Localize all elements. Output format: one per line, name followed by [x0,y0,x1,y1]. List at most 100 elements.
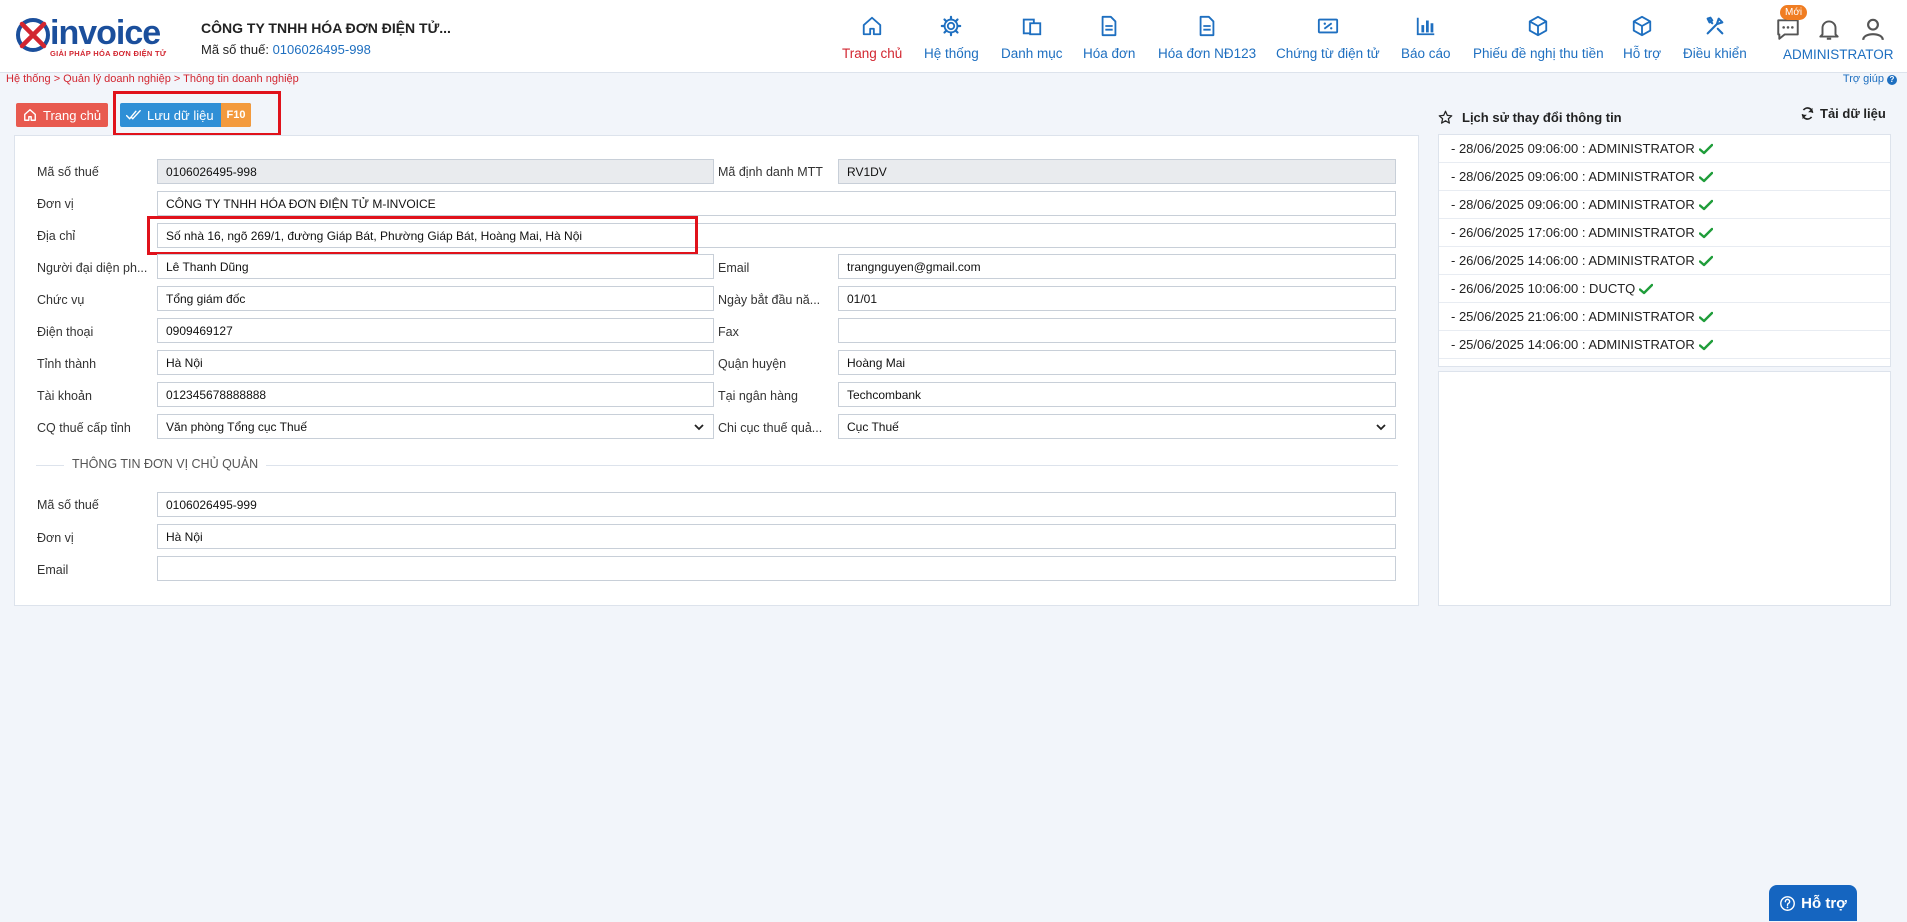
check-icon [1698,339,1713,350]
refresh-icon [1801,107,1814,120]
logo-tagline: GIẢI PHÁP HÓA ĐƠN ĐIỆN TỬ [50,49,167,58]
history-item[interactable]: - 26/06/2025 17:06:00 : ADMINISTRATOR [1439,219,1890,247]
fax-label: Fax [718,325,739,339]
account-field[interactable]: 012345678888888 [157,382,714,407]
parent-unit-section-title: THÔNG TIN ĐƠN VỊ CHỦ QUẢN [64,457,267,471]
nav-item-payment-request[interactable]: Phiếu đề nghị thu tiền [1473,0,1604,72]
tax-code-label: Mã số thuế: [201,42,269,57]
nav-item-system[interactable]: Hệ thống [924,0,979,72]
check-icon [1698,311,1713,322]
document-icon [1199,15,1215,37]
tax-code-label: Mã số thuế [37,165,99,179]
user-name[interactable]: ADMINISTRATOR [1783,47,1894,62]
minvoice-logo[interactable]: invoice GIẢI PHÁP HÓA ĐƠN ĐIỆN TỬ [14,14,184,58]
tax-office-branch-select[interactable]: Cục Thuế [838,414,1396,439]
nav-item-support[interactable]: Hỗ trợ [1623,0,1661,72]
history-item-text: - 28/06/2025 09:06:00 : ADMINISTRATOR [1451,169,1695,184]
nav-label: Hóa đơn NĐ123 [1158,46,1257,61]
check-icon [1639,367,1653,368]
reload-label: Tải dữ liệu [1820,106,1886,121]
support-chat-button[interactable]: Hỗ trợ [1769,885,1857,921]
bank-label: Tại ngân hàng [718,389,798,403]
nav-label: Điều khiển [1683,46,1747,61]
nav-item-catalog[interactable]: Danh mục [1001,0,1063,72]
question-circle-icon: ? [1887,75,1897,85]
home-button-label: Trang chủ [43,107,102,123]
tax-office-province-value: Văn phòng Tổng cục Thuế [166,419,307,434]
position-field[interactable]: Tổng giám đốc [157,286,714,311]
email-field[interactable]: trangnguyen@gmail.com [838,254,1396,279]
history-item-text: - 28/06/2025 09:06:00 : ADMINISTRATOR [1451,141,1695,156]
reload-button[interactable]: Tải dữ liệu [1800,106,1886,121]
star-icon [1438,110,1453,124]
check-icon [1698,227,1713,238]
nav-item-control[interactable]: Điều khiển [1683,0,1747,72]
nav-label: Hệ thống [924,46,979,61]
history-list[interactable]: - 28/06/2025 09:06:00 : ADMINISTRATOR - 2… [1438,134,1891,367]
help-link[interactable]: Trợ giúp ? [1843,73,1897,85]
fax-field[interactable] [838,318,1396,343]
parent-tax-code-field[interactable]: 0106026495-999 [157,492,1396,517]
cube-icon [1632,15,1652,37]
history-item[interactable]: - 25/06/2025 14:06:00 : ADMINISTRATOR [1439,331,1890,359]
nav-item-invoice[interactable]: Hóa đơn [1083,0,1135,72]
nav-item-e-voucher[interactable]: Chứng từ điện tử [1276,0,1380,72]
history-title: Lịch sử thay đổi thông tin [1438,110,1622,125]
check-icon [1698,255,1713,266]
help-link-label: Trợ giúp [1842,73,1884,85]
representative-label: Người đại diện ph... [37,261,148,275]
email-label: Email [718,261,750,275]
address-field[interactable]: Số nhà 16, ngõ 269/1, đường Giáp Bát, Ph… [157,223,1396,248]
account-label: Tài khoản [37,389,92,403]
nav-label: Hóa đơn [1083,46,1136,61]
history-item[interactable]: - 25/06/2025 21:06:00 : ADMINISTRATOR [1439,303,1890,331]
history-item[interactable]: - 28/06/2025 09:06:00 : ADMINISTRATOR [1439,135,1890,163]
unit-field[interactable]: CÔNG TY TNHH HÓA ĐƠN ĐIỆN TỬ M-INVOICE [157,191,1396,216]
tax-code-field[interactable]: 0106026495-998 [157,159,714,184]
parent-unit-field[interactable]: Hà Nội [157,524,1396,549]
home-button[interactable]: Trang chủ [16,103,108,127]
parent-email-field[interactable] [157,556,1396,581]
nav-item-invoice-nd123[interactable]: Hóa đơn NĐ123 [1158,0,1256,72]
tax-office-branch-label: Chi cục thuế quả... [718,421,823,435]
new-badge: Mới [1780,5,1808,20]
tax-office-province-label: CQ thuế cấp tỉnh [37,421,131,435]
history-item[interactable]: - 28/06/2025 09:06:00 : ADMINISTRATOR [1439,163,1890,191]
check-icon [1698,171,1713,182]
position-label: Chức vụ [37,293,85,307]
history-item[interactable]: - 24/06/2025 10:06:00 : DUCTQ [1439,359,1890,368]
mtt-id-field[interactable]: RV1DV [838,159,1396,184]
bar-chart-icon [1416,17,1435,36]
check-icon [1698,143,1713,154]
history-item[interactable]: - 26/06/2025 14:06:00 : ADMINISTRATOR [1439,247,1890,275]
history-title-label: Lịch sử thay đổi thông tin [1462,110,1622,125]
home-icon [862,16,882,36]
tax-office-province-select[interactable]: Văn phòng Tổng cục Thuế [157,414,714,439]
document-icon [1101,15,1117,37]
nav-item-report[interactable]: Báo cáo [1401,0,1451,72]
bank-field[interactable]: Techcombank [838,382,1396,407]
bell-icon[interactable] [1816,16,1842,42]
address-label: Địa chỉ [37,229,76,243]
history-item[interactable]: - 26/06/2025 10:06:00 : DUCTQ [1439,275,1890,303]
nav-label: Chứng từ điện tử [1276,46,1380,61]
help-circle-icon [1780,895,1796,911]
parent-unit-label: Đơn vị [37,531,74,545]
history-item[interactable]: - 28/06/2025 09:06:00 : ADMINISTRATOR [1439,191,1890,219]
district-label: Quận huyện [718,357,787,371]
province-field[interactable]: Hà Nội [157,350,714,375]
representative-field[interactable]: Lê Thanh Dũng [157,254,714,279]
district-field[interactable]: Hoàng Mai [838,350,1396,375]
phone-field[interactable]: 0909469127 [157,318,714,343]
top-header: invoice GIẢI PHÁP HÓA ĐƠN ĐIỆN TỬ CÔNG T… [0,0,1907,73]
logo-mark-icon [16,18,50,52]
history-item-text: - 24/06/2025 10:06:00 : DUCTQ [1451,365,1635,366]
breadcrumb[interactable]: Hệ thống > Quản lý doanh nghiệp > Thông … [6,73,299,85]
logo-text: invoice [50,14,161,52]
start-date-field[interactable]: 01/01 [838,286,1396,311]
history-item-text: - 26/06/2025 17:06:00 : ADMINISTRATOR [1451,225,1695,240]
save-button[interactable]: Lưu dữ liệu F10 [120,103,251,127]
user-icon[interactable] [1860,16,1886,42]
nav-item-home[interactable]: Trang chủ [842,0,902,72]
save-shortcut-badge: F10 [221,103,251,127]
